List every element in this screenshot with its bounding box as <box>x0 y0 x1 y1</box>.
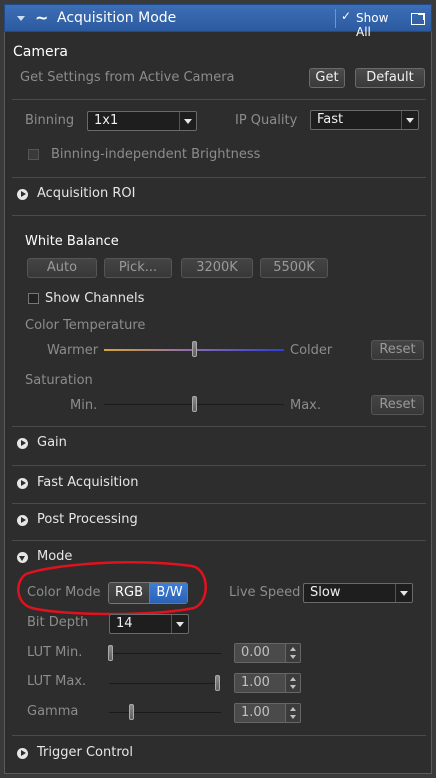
spin-arrows-icon[interactable] <box>285 643 301 663</box>
lut-max-spinbox[interactable]: 1.00 <box>234 673 301 693</box>
acquisition-roi-section[interactable]: Acquisition ROI <box>37 186 135 201</box>
expand-right-icon[interactable] <box>17 189 28 200</box>
show-all-label: Show All <box>356 11 389 39</box>
lut-min-spinbox[interactable]: 0.00 <box>234 643 301 663</box>
bit-depth-select[interactable]: 14 <box>109 614 189 634</box>
post-processing-section[interactable]: Post Processing <box>37 512 138 527</box>
divider <box>12 735 426 736</box>
max-label: Max. <box>290 398 322 413</box>
auto-button[interactable]: Auto <box>27 258 97 278</box>
spin-arrows-icon[interactable] <box>285 673 301 693</box>
live-speed-value: Slow <box>310 585 341 600</box>
lut-max-value: 1.00 <box>241 675 270 690</box>
live-speed-select[interactable]: Slow <box>303 583 413 603</box>
get-settings-label: Get Settings from Active Camera <box>20 70 235 85</box>
bit-depth-label: Bit Depth <box>27 615 89 630</box>
color-temperature-reset-button[interactable]: Reset <box>371 340 424 360</box>
saturation-label: Saturation <box>25 373 93 388</box>
min-label: Min. <box>70 398 98 413</box>
divider <box>12 177 426 178</box>
divider <box>12 503 426 504</box>
camera-section-title: Camera <box>13 44 68 60</box>
acquisition-mode-icon: ~ <box>35 8 49 27</box>
get-button[interactable]: Get <box>309 68 345 88</box>
gamma-value: 1.00 <box>241 705 270 720</box>
gamma-label: Gamma <box>27 704 79 719</box>
3200k-button[interactable]: 3200K <box>181 258 253 278</box>
divider <box>12 426 426 427</box>
color-temperature-label: Color Temperature <box>25 318 146 333</box>
highlight-circle-annotation <box>17 561 207 616</box>
panel-title: Acquisition Mode <box>57 10 177 26</box>
show-all-toggle[interactable]: ✓ Show All <box>335 9 406 39</box>
gain-section[interactable]: Gain <box>37 435 67 450</box>
chevron-down-icon <box>401 111 418 129</box>
default-button[interactable]: Default <box>355 68 425 88</box>
collapse-chevron-icon[interactable] <box>17 16 25 21</box>
divider <box>12 215 426 216</box>
warmer-label: Warmer <box>47 343 99 358</box>
saturation-reset-button[interactable]: Reset <box>371 395 424 415</box>
white-balance-title: White Balance <box>25 234 119 249</box>
ip-quality-label: IP Quality <box>235 113 298 128</box>
lut-min-slider-thumb[interactable] <box>108 645 113 661</box>
spin-arrows-icon[interactable] <box>285 703 301 723</box>
checkmark-icon: ✓ <box>341 9 352 23</box>
color-temperature-slider-thumb[interactable] <box>192 341 197 357</box>
lut-max-slider[interactable] <box>109 683 221 684</box>
chevron-down-icon <box>179 112 196 130</box>
lut-min-label: LUT Min. <box>27 645 83 660</box>
gamma-slider-thumb[interactable] <box>129 704 134 720</box>
expand-right-icon[interactable] <box>17 438 28 449</box>
gamma-slider[interactable] <box>109 712 221 713</box>
saturation-slider-thumb[interactable] <box>192 396 197 412</box>
binning-independent-checkbox[interactable] <box>28 149 39 160</box>
pick-button[interactable]: Pick... <box>104 258 172 278</box>
binning-independent-label: Binning-independent Brightness <box>51 147 261 162</box>
expand-right-icon[interactable] <box>17 748 28 759</box>
fast-acquisition-section[interactable]: Fast Acquisition <box>37 475 138 490</box>
binning-select[interactable]: 1x1 <box>87 111 197 131</box>
lut-min-value: 0.00 <box>241 645 270 660</box>
show-channels-checkbox[interactable] <box>28 293 39 304</box>
lut-max-slider-thumb[interactable] <box>215 675 220 691</box>
divider <box>12 99 426 100</box>
show-channels-label: Show Channels <box>45 291 145 306</box>
chevron-down-icon <box>171 615 188 633</box>
divider <box>12 465 426 466</box>
trigger-control-section[interactable]: Trigger Control <box>37 745 133 760</box>
bit-depth-value: 14 <box>116 616 133 631</box>
panel-header[interactable]: ~ Acquisition Mode ✓ Show All <box>4 4 432 39</box>
lut-max-label: LUT Max. <box>27 674 87 689</box>
expand-right-icon[interactable] <box>17 515 28 526</box>
gamma-spinbox[interactable]: 1.00 <box>234 703 301 723</box>
colder-label: Colder <box>290 343 333 358</box>
binning-value: 1x1 <box>94 113 119 128</box>
lut-min-slider[interactable] <box>109 653 221 654</box>
ip-quality-value: Fast <box>317 112 344 127</box>
expand-right-icon[interactable] <box>17 478 28 489</box>
binning-label: Binning <box>25 113 75 128</box>
chevron-down-icon <box>395 584 412 602</box>
ip-quality-select[interactable]: Fast <box>310 110 419 130</box>
divider <box>12 540 426 541</box>
live-speed-label: Live Speed <box>229 585 301 600</box>
popout-icon[interactable] <box>411 13 425 25</box>
5500k-button[interactable]: 5500K <box>260 258 328 278</box>
